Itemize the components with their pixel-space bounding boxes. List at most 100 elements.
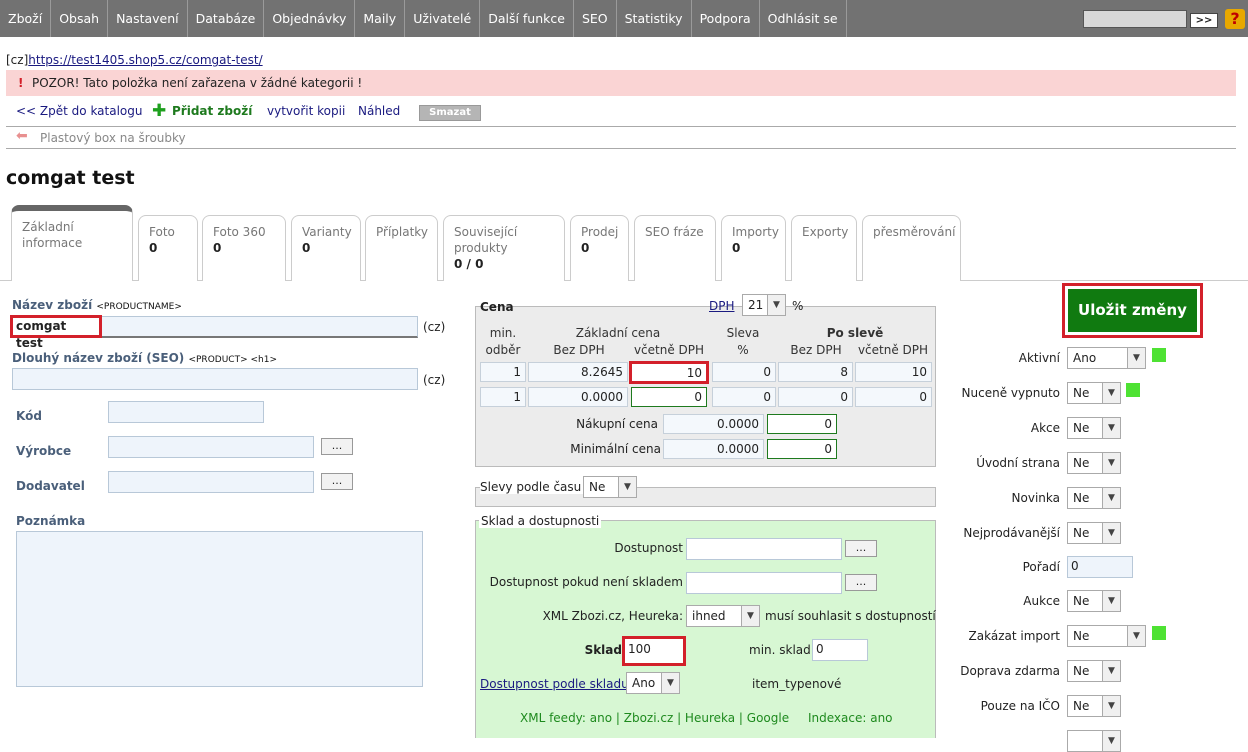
price-row-after-inc[interactable]: 0	[855, 387, 932, 407]
supplier-picker-button[interactable]: ...	[321, 473, 353, 490]
code-input[interactable]	[108, 401, 264, 423]
menu-item[interactable]: Nastavení	[108, 0, 188, 37]
sale-select[interactable]: Ne ▼	[1067, 417, 1121, 439]
menu-item[interactable]: Další funkce	[480, 0, 574, 37]
maker-picker-button[interactable]: ...	[321, 438, 353, 455]
forced-off-select[interactable]: Ne ▼	[1067, 382, 1121, 404]
price-row-after-inc[interactable]: 10	[855, 362, 932, 382]
time-discount-select[interactable]: Ne ▼	[583, 476, 637, 498]
price-row-after-ex[interactable]: 0	[778, 387, 853, 407]
tab-surcharges[interactable]: Příplatky	[365, 215, 438, 281]
create-copy-link[interactable]: vytvořit kopii	[267, 104, 345, 118]
note-textarea[interactable]	[16, 531, 423, 687]
bestseller-select[interactable]: Ne ▼	[1067, 522, 1121, 544]
availability-by-stock-select[interactable]: Ano ▼	[626, 672, 680, 694]
minimum-price-ex[interactable]: 0.0000	[663, 439, 764, 459]
menu-item[interactable]: Uživatelé	[405, 0, 481, 37]
price-row-inc[interactable]: 10	[629, 361, 709, 384]
new-select[interactable]: Ne ▼	[1067, 487, 1121, 509]
price-row-inc[interactable]: 0	[631, 387, 707, 407]
chevron-down-icon: ▼	[618, 477, 636, 497]
price-row-min[interactable]: 1	[480, 387, 526, 407]
product-url-link[interactable]: https://test1405.shop5.cz/comgat-test/	[28, 53, 262, 67]
homepage-select[interactable]: Ne ▼	[1067, 452, 1121, 474]
purchase-price-inc[interactable]: 0	[767, 414, 837, 434]
vat-link[interactable]: DPH	[709, 299, 735, 313]
top-search-input[interactable]	[1083, 10, 1187, 28]
min-stock-input[interactable]: 0	[812, 639, 868, 661]
back-arrow-icon[interactable]: ⬅	[16, 128, 28, 144]
maker-input[interactable]	[108, 436, 314, 458]
auction-select[interactable]: Ne ▼	[1067, 590, 1121, 612]
product-url-line: [cz]https://test1405.shop5.cz/comgat-tes…	[6, 53, 263, 67]
order-input[interactable]: 0	[1067, 556, 1133, 578]
menu-item[interactable]: Podpora	[692, 0, 760, 37]
lang-cz-label: (cz)	[423, 320, 446, 334]
search-go-button[interactable]: >>	[1190, 13, 1218, 28]
delete-button[interactable]: Smazat	[419, 105, 481, 121]
add-product-link[interactable]: Přidat zboží	[172, 104, 252, 118]
tab-seo-phrases[interactable]: SEO fráze	[634, 215, 716, 281]
disable-import-select[interactable]: Ne ▼	[1067, 625, 1146, 647]
xml-availability-select[interactable]: ihned ▼	[686, 605, 760, 627]
supplier-input[interactable]	[108, 471, 314, 493]
stock-title: Sklad a dostupnosti	[479, 514, 602, 528]
chevron-down-icon: ▼	[1102, 591, 1120, 611]
availability-out-picker-button[interactable]: ...	[845, 574, 877, 591]
chevron-down-icon: ▼	[1102, 383, 1120, 403]
menu-item[interactable]: Odhlásit se	[760, 0, 847, 37]
price-row-ex[interactable]: 0.0000	[528, 387, 628, 407]
tab-photo[interactable]: Foto 0	[138, 215, 198, 281]
lang-cz-label-2: (cz)	[423, 373, 446, 387]
menu-item[interactable]: Maily	[355, 0, 406, 37]
save-button-frame: Uložit změny	[1062, 283, 1203, 338]
availability-input[interactable]	[686, 538, 842, 560]
field-ico-only-label: Pouze na IČO	[980, 699, 1060, 713]
price-row-discount[interactable]: 0	[712, 387, 776, 407]
item-type-value: nové	[812, 677, 842, 691]
menu-item[interactable]: Zboží	[0, 0, 52, 37]
tab-redirects[interactable]: přesměrování	[862, 215, 961, 281]
tab-variants[interactable]: Varianty 0	[291, 215, 361, 281]
long-name-input[interactable]	[12, 368, 418, 390]
tab-imports[interactable]: Importy 0	[721, 215, 786, 281]
price-row-after-ex[interactable]: 8	[778, 362, 853, 382]
price-row-discount[interactable]: 0	[712, 362, 776, 382]
menu-item[interactable]: Objednávky	[264, 0, 356, 37]
menu-item[interactable]: Databáze	[188, 0, 265, 37]
minimum-price-inc[interactable]: 0	[767, 439, 837, 459]
availability-out-input[interactable]	[686, 572, 842, 594]
warning-text: POZOR! Tato položka není zařazena v žádn…	[32, 76, 363, 90]
supplier-label: Dodavatel	[16, 479, 85, 493]
vat-select[interactable]: 21 ▼	[742, 294, 786, 316]
availability-picker-button[interactable]: ...	[845, 540, 877, 557]
save-button[interactable]: Uložit změny	[1068, 289, 1197, 332]
price-row-min[interactable]: 1	[480, 362, 526, 382]
tab-sales[interactable]: Prodej 0	[570, 215, 629, 281]
tab-exports[interactable]: Exporty	[791, 215, 857, 281]
chevron-down-icon: ▼	[1102, 488, 1120, 508]
ico-only-select[interactable]: Ne ▼	[1067, 695, 1121, 717]
parent-product-link[interactable]: Plastový box na šroubky	[40, 131, 186, 145]
chevron-down-icon: ▼	[1102, 418, 1120, 438]
partial-select-cut-off[interactable]: ▼	[1067, 730, 1121, 752]
menu-item[interactable]: Obsah	[51, 0, 109, 37]
back-to-catalog-link[interactable]: << Zpět do katalogu	[16, 104, 143, 118]
tab-basic-info[interactable]: Základní informace	[11, 205, 133, 281]
availability-by-stock-link[interactable]: Dostupnost podle skladu	[480, 677, 629, 691]
product-name-value[interactable]: comgat test	[10, 315, 102, 350]
tab-photo-360[interactable]: Foto 360 0	[202, 215, 286, 281]
time-discount-label: Slevy podle času	[480, 480, 585, 494]
active-select[interactable]: Ano ▼	[1067, 347, 1146, 369]
menu-item[interactable]: SEO	[574, 0, 617, 37]
stock-input[interactable]: 100	[622, 636, 686, 666]
free-shipping-select[interactable]: Ne ▼	[1067, 660, 1121, 682]
preview-link[interactable]: Náhled	[358, 104, 400, 118]
price-row-ex[interactable]: 8.2645	[528, 362, 628, 382]
tab-related-products[interactable]: Související produkty 0 / 0	[443, 215, 565, 281]
menu-item[interactable]: Statistiky	[617, 0, 692, 37]
help-icon[interactable]: ?	[1225, 9, 1245, 29]
field-bestseller-label: Nejprodávanější	[963, 526, 1060, 540]
purchase-price-ex[interactable]: 0.0000	[663, 414, 764, 434]
chevron-down-icon: ▼	[1102, 453, 1120, 473]
